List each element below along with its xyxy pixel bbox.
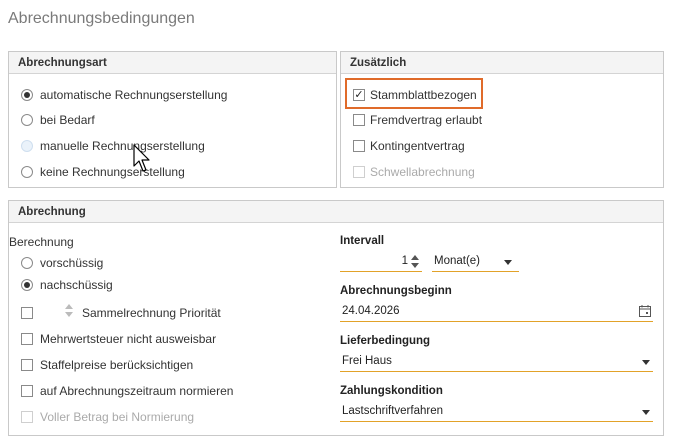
- lieferbedingung-value: Frei Haus: [342, 355, 392, 367]
- radio-automatische-icon[interactable]: [21, 89, 33, 101]
- lieferbedingung-chevron-down-icon: [642, 360, 650, 365]
- checkbox-voller-betrag-label[interactable]: Voller Betrag bei Normierung: [40, 410, 194, 424]
- zusaetzlich-title: Zusätzlich: [341, 52, 663, 74]
- intervall-spinner-icon[interactable]: [410, 255, 420, 269]
- abrechnungsbeginn-value: 24.04.2026: [342, 305, 400, 317]
- zahlungskondition-select[interactable]: Lastschriftverfahren: [340, 402, 653, 422]
- abrechnung-panel: Abrechnung Berechnung vorschüssig nachsc…: [8, 200, 664, 436]
- radio-vorschuessig-icon[interactable]: [21, 257, 33, 269]
- zahlungskondition-chevron-down-icon: [642, 410, 650, 415]
- checkbox-voller-betrag[interactable]: [21, 411, 33, 423]
- checkbox-kontingentvertrag-label[interactable]: Kontingentvertrag: [370, 139, 465, 153]
- calendar-icon[interactable]: [639, 305, 651, 317]
- zahlungskondition-value: Lastschriftverfahren: [342, 405, 443, 417]
- abrechnungsart-title: Abrechnungsart: [9, 52, 336, 74]
- zahlungskondition-label: Zahlungskondition: [340, 385, 443, 397]
- checkbox-normieren[interactable]: [21, 385, 33, 397]
- berechnung-label: Berechnung: [9, 235, 74, 249]
- checkbox-normieren-label[interactable]: auf Abrechnungszeitraum normieren: [40, 384, 233, 398]
- intervall-value: 1: [401, 255, 408, 267]
- intervall-unit-value: Monat(e): [434, 255, 481, 267]
- sammelrechnung-spinner[interactable]: [64, 304, 74, 318]
- checkbox-mehrwertsteuer[interactable]: [21, 333, 33, 345]
- checkbox-fremdvertrag-label[interactable]: Fremdvertrag erlaubt: [370, 113, 482, 127]
- lieferbedingung-label: Lieferbedingung: [340, 335, 431, 347]
- focus-highlight: [345, 78, 483, 109]
- abrechnungsbeginn-field[interactable]: 24.04.2026: [340, 302, 653, 322]
- radio-manuelle-label[interactable]: manuelle Rechnungserstellung: [40, 139, 205, 153]
- lieferbedingung-select[interactable]: Frei Haus: [340, 352, 653, 372]
- abrechnung-title: Abrechnung: [9, 201, 663, 223]
- radio-bei-bedarf-label[interactable]: bei Bedarf: [40, 113, 95, 127]
- radio-vorschuessig-label[interactable]: vorschüssig: [40, 256, 103, 270]
- zusaetzlich-panel: Zusätzlich ✓ Stammblattbezogen Fremdvert…: [340, 51, 664, 188]
- checkbox-mehrwertsteuer-label[interactable]: Mehrwertsteuer nicht ausweisbar: [40, 332, 216, 346]
- radio-automatische-label[interactable]: automatische Rechnungserstellung: [40, 88, 227, 102]
- mouse-cursor-icon: [133, 144, 150, 172]
- checkbox-schwellabrechnung[interactable]: [353, 166, 365, 178]
- radio-keine-icon[interactable]: [21, 166, 33, 178]
- abrechnungsbeginn-label: Abrechnungsbeginn: [340, 285, 452, 297]
- intervall-value-field[interactable]: 1: [340, 252, 422, 272]
- checkbox-staffelpreise-label[interactable]: Staffelpreise berücksichtigen: [40, 358, 193, 372]
- radio-keine-label[interactable]: keine Rechnungserstellung: [40, 165, 185, 179]
- checkbox-kontingentvertrag[interactable]: [353, 140, 365, 152]
- checkbox-schwellabrechnung-label[interactable]: Schwellabrechnung: [370, 165, 475, 179]
- intervall-label: Intervall: [340, 235, 385, 247]
- radio-nachschuessig-label[interactable]: nachschüssig: [40, 278, 113, 292]
- radio-manuelle-icon[interactable]: [21, 140, 33, 152]
- checkbox-sammelrechnung[interactable]: [21, 307, 33, 319]
- checkbox-fremdvertrag[interactable]: [353, 114, 365, 126]
- radio-bei-bedarf-icon[interactable]: [21, 114, 33, 126]
- intervall-unit-chevron-down-icon: [504, 260, 512, 265]
- page-title: Abrechnungsbedingungen: [8, 10, 195, 27]
- abrechnungsart-panel: Abrechnungsart automatische Rechnungsers…: [8, 51, 337, 188]
- intervall-unit-select[interactable]: Monat(e): [432, 252, 519, 272]
- checkbox-staffelpreise[interactable]: [21, 359, 33, 371]
- radio-nachschuessig-icon[interactable]: [21, 279, 33, 291]
- sammelrechnung-label: Sammelrechnung Priorität: [82, 306, 221, 320]
